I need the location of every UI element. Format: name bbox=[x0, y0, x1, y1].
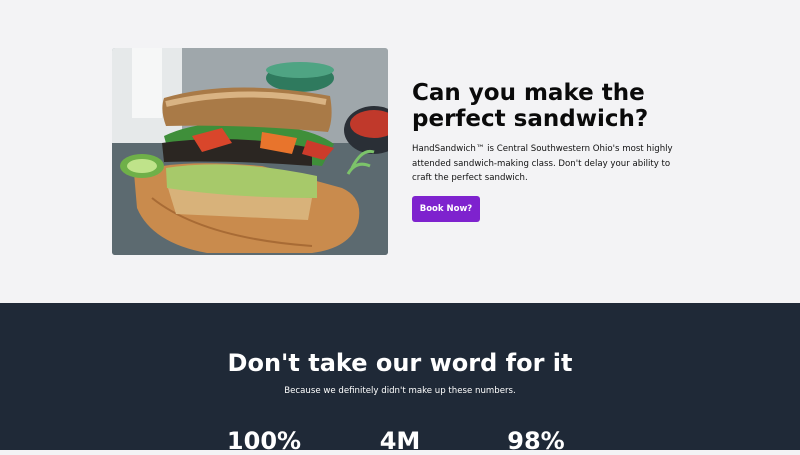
stats-section: Don't take our word for it Because we de… bbox=[0, 303, 800, 455]
hero-title: Can you make the perfect sandwich? bbox=[412, 80, 649, 132]
book-now-button[interactable]: Book Now? bbox=[412, 196, 480, 222]
hero-section: Can you make the perfect sandwich? HandS… bbox=[0, 0, 800, 303]
stats-title: Don't take our word for it bbox=[227, 349, 573, 377]
hero-description: HandSandwich™ is Central Southwestern Oh… bbox=[412, 144, 673, 183]
stat-value-2: 4M bbox=[379, 427, 421, 455]
stat-value-1: 100% bbox=[226, 427, 302, 455]
stat-value-3: 98% bbox=[507, 427, 565, 455]
stats-subtitle: Because we definitely didn't make up the… bbox=[284, 386, 516, 396]
sandwich-image bbox=[112, 48, 388, 255]
